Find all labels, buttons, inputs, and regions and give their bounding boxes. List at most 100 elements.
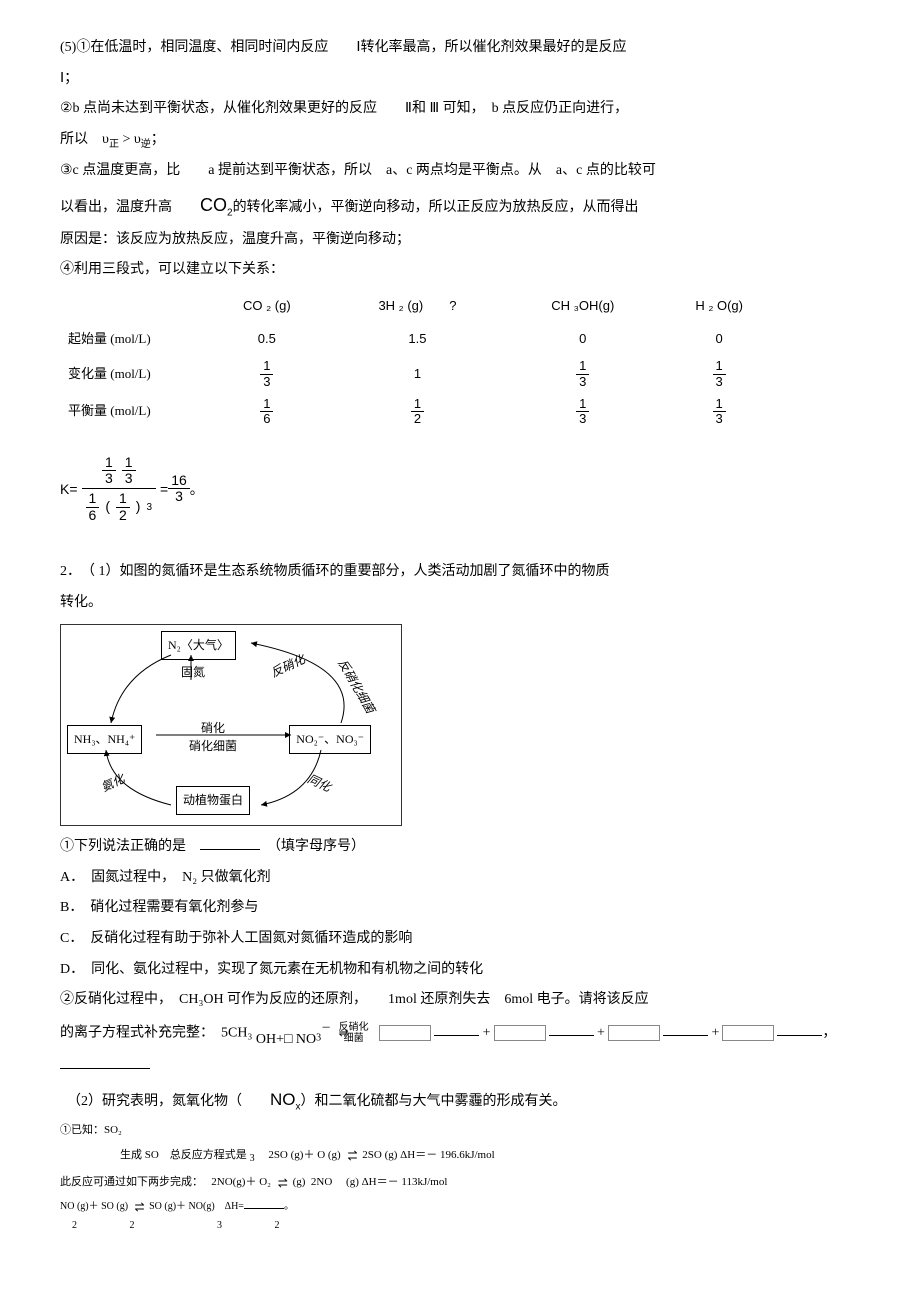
box-protein: 动植物蛋白: [176, 786, 250, 815]
blank-line: [244, 1198, 284, 1209]
table-header: CO ₂ (g): [206, 290, 328, 323]
text: 生成 SO 总反应方程式是: [120, 1149, 247, 1161]
blank-line: [777, 1021, 822, 1036]
nitrogen-cycle-diagram: N₂〈大气〉 NH₃、NH₄⁺ NO₂⁻、NO₃⁻ 动植物蛋白 固氮 反硝化 反…: [60, 624, 402, 826]
table-header: CH ₃OH(g): [507, 290, 658, 323]
text: 转化。: [60, 595, 102, 610]
cell: 12: [328, 393, 508, 431]
paragraph-5-2a: ②b 点尚未达到平衡状态，从催化剂效果更好的反应 Ⅱ和 Ⅲ 可知， b 点反应仍…: [60, 96, 860, 123]
ice-table: CO ₂ (g) 3H ₂ (g) ? CH ₃OH(g) H ₂ O(g) 起…: [60, 290, 780, 431]
q2-part2: （2）研究表明，氮氧化物（ NOx）和二氧化硫都与大气中雾霾的形成有关。: [60, 1084, 860, 1116]
label-anhua: 氨化: [97, 768, 128, 799]
text: OH+□ NO: [256, 1032, 316, 1047]
blank-continuation: [60, 1053, 860, 1080]
equilibrium-arrow: ⇀↽: [135, 1203, 143, 1211]
subscript: 逆: [141, 139, 151, 150]
q2-2a: ②反硝化过程中， CH₃OH 可作为反应的还原剂， 1mol 还原剂失去 6mo…: [60, 987, 860, 1014]
blank-box: [608, 1025, 660, 1041]
row-label: 平衡量 (mol/L): [60, 393, 206, 431]
option-b: B． 硝化过程需要有氧化剂参与: [60, 895, 860, 922]
text: 此反应可通过如下两步完成：: [60, 1176, 203, 1188]
cell: 1: [328, 355, 508, 393]
text: ④利用三段式，可以建立以下关系：: [60, 262, 284, 277]
text: ②反硝化过程中， CH₃OH 可作为反应的还原剂， 1mol 还原剂失去 6mo…: [60, 992, 649, 1007]
table-row-change: 变化量 (mol/L) 13 1 13 13: [60, 355, 780, 393]
text: 以看出，温度升高: [60, 200, 200, 215]
text: 2NO(g)＋ O₂: [211, 1176, 271, 1188]
table-header: 3H ₂ (g) ?: [328, 290, 508, 323]
paragraph-5-3b: 以看出，温度升高 CO2的转化率减小，平衡逆向移动，所以正反应为放热反应，从而得…: [60, 188, 860, 223]
row-label: 变化量 (mol/L): [60, 355, 206, 393]
cell: 16: [206, 393, 328, 431]
label-xh-bac: 硝化细菌: [189, 735, 237, 758]
paragraph-5-4: ④利用三段式，可以建立以下关系：: [60, 257, 860, 284]
cell: 13: [507, 393, 658, 431]
text: 2SO (g) ΔH＝－ 196.6kJ/mol: [362, 1149, 494, 1161]
blank-box: [494, 1025, 546, 1041]
text: 所以 υ: [60, 132, 109, 147]
text: 的离子方程式补充完整： 5CH₃: [60, 1025, 252, 1040]
option-d: D． 同化、氨化过程中，实现了氮元素在无机物和有机物之间的转化: [60, 957, 860, 984]
label-fxh-bac: 反硝化细菌: [331, 655, 381, 718]
cell: 1.5: [328, 323, 508, 356]
cell: 0: [658, 323, 780, 356]
text: （2）研究表明，氮氧化物（: [60, 1094, 270, 1109]
table-header-row: CO ₂ (g) 3H ₂ (g) ? CH ₃OH(g) H ₂ O(g): [60, 290, 780, 323]
text: > υ: [119, 132, 141, 147]
cell: 13: [507, 355, 658, 393]
table-header: [60, 290, 206, 323]
text: D． 同化、氨化过程中，实现了氮元素在无机物和有机物之间的转化: [60, 962, 483, 977]
blank-line: [663, 1021, 708, 1036]
k-prefix: K=: [60, 476, 78, 503]
cell: 13: [206, 355, 328, 393]
text: NO (g)＋ SO (g): [60, 1201, 128, 1212]
label-tonghua: 同化: [303, 768, 334, 799]
eq-line-1b: 生成 SO 总反应方程式是 3 2SO (g)＋ O (g) ⇀↽ 2SO (g…: [60, 1145, 860, 1168]
text: C． 反硝化过程有助于弥补人工固氮对氮循环造成的影响: [60, 931, 412, 946]
text: A． 固氮过程中， N₂ 只做氧化剂: [60, 870, 271, 885]
text: ①下列说法正确的是: [60, 839, 200, 854]
eq-line-2: 此反应可通过如下两步完成： 2NO(g)＋ O₂ ⇀↽ (g) 2NO (g) …: [60, 1172, 860, 1193]
text: 2NO (g) ΔH＝－ 113kJ/mol: [311, 1176, 448, 1188]
paragraph-5-3c: 原因是：该反应为放热反应，温度升高，平衡逆向移动；: [60, 227, 860, 254]
text: 2． （ 1）如图的氮循环是生态系统物质循环的重要部分，人类活动加剧了氮循环中的…: [60, 564, 610, 579]
text: Ⅰ；: [60, 71, 78, 86]
text: SO (g)＋ NO(g) ΔH=: [149, 1201, 244, 1212]
q2-2b: 的离子方程式补充完整： 5CH₃ OH+□ NO 3－ 反硝化 ⇌ 细菌 + +…: [60, 1018, 860, 1049]
text: 2SO (g)＋ O (g): [268, 1149, 340, 1161]
q2-opt-stem: ①下列说法正确的是 （填字母序号）: [60, 834, 860, 861]
text: 。: [284, 1201, 294, 1212]
exponent: 3: [146, 502, 152, 513]
text: ②b 点尚未达到平衡状态，从催化剂效果更好的反应 Ⅱ和 Ⅲ 可知， b 点反应仍…: [60, 101, 628, 116]
text: ①已知：SO₂: [60, 1124, 122, 1136]
paragraph-5-3a: ③c 点温度更高，比 a 提前达到平衡状态，所以 a、c 两点均是平衡点。从 a…: [60, 158, 860, 185]
option-a: A． 固氮过程中， N₂ 只做氧化剂: [60, 865, 860, 892]
blank-box: [722, 1025, 774, 1041]
table-row-initial: 起始量 (mol/L) 0.5 1.5 0 0: [60, 323, 780, 356]
k-fraction: 13 13 16 (12)3: [82, 453, 157, 526]
paragraph-5-2b: 所以 υ正 > υ逆；: [60, 127, 860, 154]
blank-box: [379, 1025, 431, 1041]
blank-line: [60, 1054, 150, 1069]
q2-intro-b: 转化。: [60, 590, 860, 617]
q2-intro-a: 2． （ 1）如图的氮循环是生态系统物质循环的重要部分，人类活动加剧了氮循环中的…: [60, 559, 860, 586]
cell: 13: [658, 355, 780, 393]
label-fanxiaohua: 反硝化: [267, 649, 309, 685]
k-result: 163: [168, 473, 190, 505]
period: 。: [190, 476, 204, 503]
text: ③c 点温度更高，比 a 提前达到平衡状态，所以 a、c 两点均是平衡点。从 a…: [60, 163, 656, 178]
label-gudan: 固氮: [181, 661, 205, 684]
cell: 0.5: [206, 323, 328, 356]
co2-formula: CO2: [200, 195, 233, 215]
paragraph-5-1: (5)①在低温时，相同温度、相同时间内反应 Ⅰ转化率最高，所以催化剂效果最好的是…: [60, 35, 860, 62]
table-header: H ₂ O(g): [658, 290, 780, 323]
row-label: 起始量 (mol/L): [60, 323, 206, 356]
text: （填字母序号）: [260, 839, 365, 854]
option-c: C． 反硝化过程有助于弥补人工固氮对氮循环造成的影响: [60, 926, 860, 953]
equilibrium-arrow: ⇀↽: [278, 1179, 286, 1187]
paragraph-5-1b: Ⅰ；: [60, 66, 860, 93]
text: 原因是：该反应为放热反应，温度升高，平衡逆向移动；: [60, 232, 410, 247]
equals: =: [160, 476, 168, 503]
eq-line-3: NO (g)＋ SO (g) ⇀↽ SO (g)＋ NO(g) ΔH=。 2 2…: [60, 1197, 860, 1235]
box-nh3: NH₃、NH₄⁺: [67, 725, 142, 754]
